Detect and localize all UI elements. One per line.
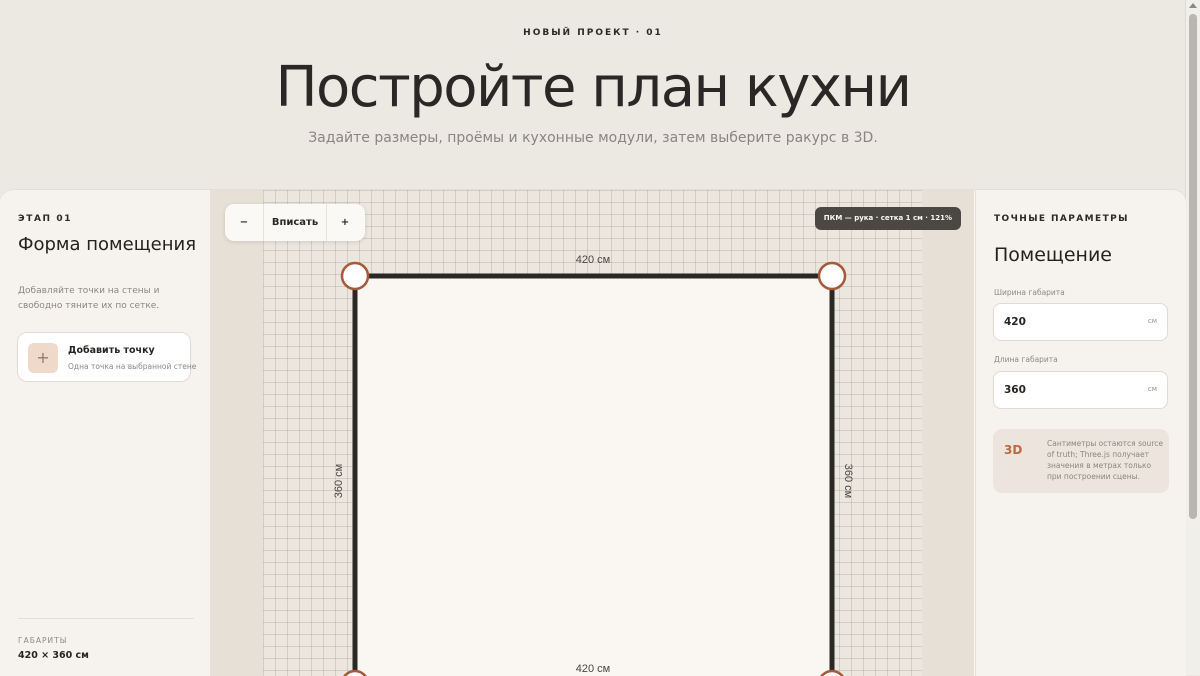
length-field[interactable]: 360 см	[993, 371, 1168, 409]
exact-parameters-panel: ТОЧНЫЕ ПАРАМЕТРЫ Помещение Ширина габари…	[975, 190, 1186, 676]
length-value[interactable]: 360	[1004, 384, 1026, 396]
units-note: 3D Сантиметры остаются source of truth; …	[993, 429, 1169, 493]
room-shape-description: Добавляйте точки на стены и свободно тян…	[18, 286, 160, 311]
wall-top-length: 420 см	[576, 254, 610, 266]
divider	[18, 618, 194, 619]
width-value[interactable]: 420	[1004, 316, 1026, 328]
wall-right-length: 360 см	[842, 464, 854, 498]
room-floor[interactable]	[355, 276, 832, 676]
wall-left-length: 360 см	[333, 464, 345, 498]
plus-icon: +	[28, 343, 58, 373]
scroll-up-arrow-icon[interactable]	[1189, 3, 1197, 8]
note-text: Сантиметры остаются source of truth; Thr…	[1047, 439, 1163, 481]
step-label: ЭТАП 01	[18, 214, 73, 224]
room-shape-panel: ЭТАП 01 Форма помещения Добавляйте точки…	[0, 190, 211, 676]
params-section-label: ТОЧНЫЕ ПАРАМЕТРЫ	[994, 214, 1129, 224]
room-plan[interactable]: 420 см 420 см 360 см 360 см	[211, 190, 974, 676]
corner-handle-top-right[interactable]	[817, 261, 847, 291]
project-eyebrow: НОВЫЙ ПРОЕКТ · 01	[523, 28, 663, 38]
page-header: НОВЫЙ ПРОЕКТ · 01 Постройте план кухни З…	[0, 0, 1186, 190]
length-unit: см	[1147, 385, 1157, 393]
scroll-thumb[interactable]	[1189, 14, 1197, 519]
zoom-out-button[interactable]: −	[225, 204, 263, 241]
length-field-label: Длина габарита	[994, 355, 1058, 364]
dimensions-label: ГАБАРИТЫ	[18, 636, 68, 645]
zoom-in-button[interactable]: +	[325, 204, 365, 241]
room-shape-title: Форма помещения	[18, 234, 197, 255]
planner-workspace: ЭТАП 01 Форма помещения Добавляйте точки…	[0, 189, 1186, 676]
corner-handle-top-left[interactable]	[340, 261, 370, 291]
dimensions-value: 420 × 360 см	[18, 650, 89, 661]
note-3d-badge: 3D	[1004, 443, 1023, 457]
wall-bottom-length: 420 см	[576, 663, 610, 675]
add-point-subtitle: Одна точка на выбранной стене	[68, 362, 197, 371]
zoom-controls: − Вписать +	[225, 204, 365, 241]
page-title: Постройте план кухни	[275, 55, 912, 120]
canvas-hint-badge: ПКМ — рука · сетка 1 см · 121%	[814, 207, 961, 230]
room-title: Помещение	[994, 244, 1112, 266]
add-point-button[interactable]: + Добавить точку Одна точка на выбранной…	[17, 332, 196, 382]
width-unit: см	[1147, 317, 1157, 325]
width-field-label: Ширина габарита	[994, 288, 1065, 297]
add-point-title: Добавить точку	[68, 345, 155, 356]
plan-canvas[interactable]: 420 см 420 см 360 см 360 см − Вписать + …	[211, 190, 974, 676]
page-subtitle: Задайте размеры, проёмы и кухонные модул…	[308, 130, 878, 146]
width-field[interactable]: 420 см	[993, 303, 1168, 341]
fit-to-view-button[interactable]: Вписать	[263, 204, 327, 241]
page-scrollbar[interactable]	[1185, 0, 1200, 675]
